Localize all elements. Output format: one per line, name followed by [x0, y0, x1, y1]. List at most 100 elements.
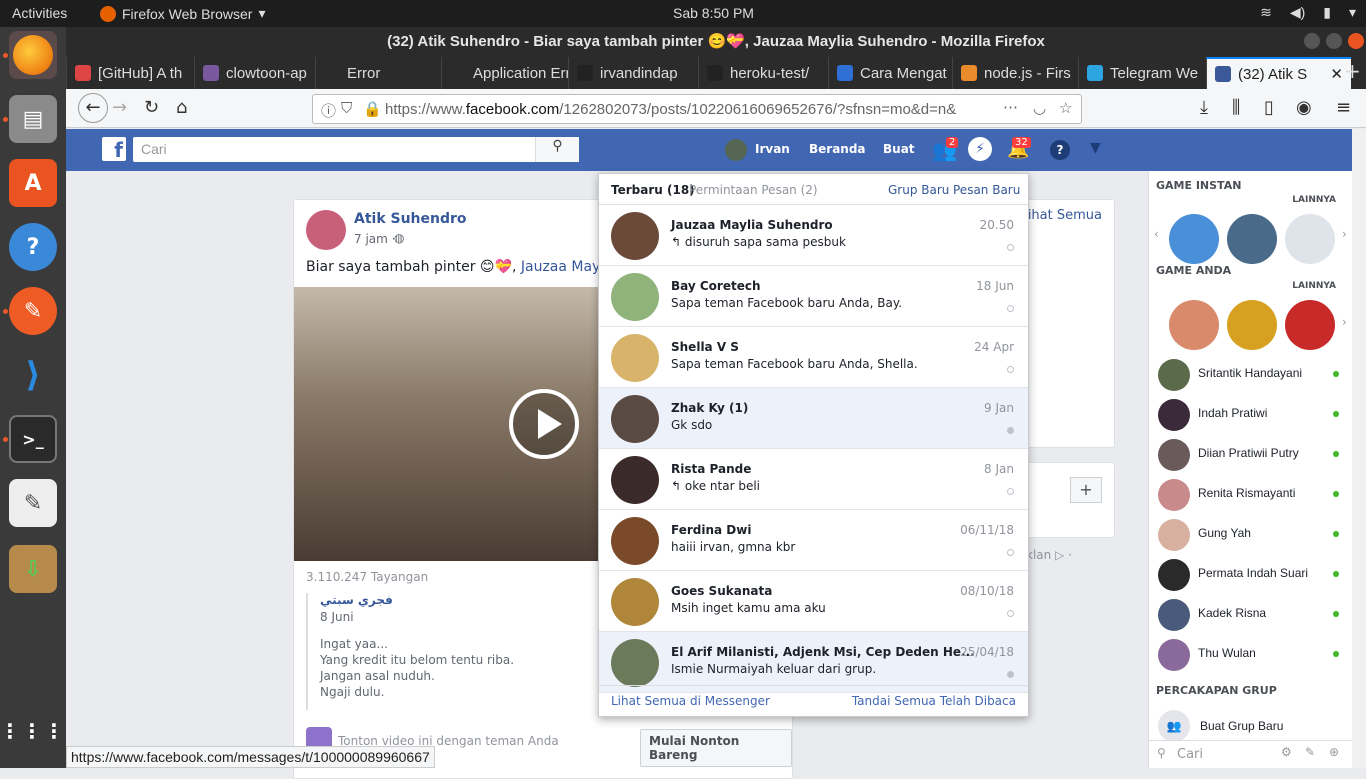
browser-tab[interactable]: heroku-test/	[698, 57, 828, 89]
chat-contact[interactable]: Renita Rismayanti	[1149, 474, 1353, 514]
mark-all-read-link[interactable]: Tandai Semua Telah Dibaca	[852, 694, 1016, 708]
gear-icon[interactable]: ⚙	[1281, 745, 1292, 759]
maximize-button[interactable]	[1326, 33, 1342, 49]
page-actions-icon[interactable]: ⋯	[1003, 98, 1018, 116]
info-icon[interactable]: ⓘ	[321, 100, 336, 121]
library-icon[interactable]: ⫼	[1232, 97, 1240, 118]
sidebar-icon[interactable]: ▯	[1264, 97, 1274, 118]
post-time[interactable]: 7 jam ·	[354, 232, 395, 246]
mark-read-toggle[interactable]	[1007, 549, 1014, 556]
browser-tab[interactable]: clowtoon-ap	[194, 57, 315, 89]
mark-read-toggle[interactable]	[1007, 488, 1014, 495]
chat-contact[interactable]: Indah Pratiwi	[1149, 394, 1353, 434]
close-window-button[interactable]	[1348, 33, 1364, 49]
browser-tab[interactable]: (32) Atik S ✕	[1206, 57, 1351, 89]
help-icon[interactable]: ?	[9, 223, 57, 271]
game-thumbnail[interactable]	[1169, 214, 1219, 264]
postman-icon[interactable]: ✎	[9, 287, 57, 335]
game-thumbnail[interactable]	[1227, 214, 1277, 264]
game-thumbnail[interactable]	[1285, 300, 1335, 350]
game-thumbnail[interactable]	[1285, 214, 1335, 264]
facebook-logo-icon[interactable]: f	[102, 137, 126, 162]
more-games-link-2[interactable]: LAINNYA	[1292, 281, 1336, 291]
profile-avatar[interactable]	[725, 139, 747, 161]
back-icon[interactable]: ←	[78, 93, 108, 123]
fb-search-input[interactable]: Cari ⚲	[133, 137, 579, 162]
search-icon[interactable]: ⚲	[535, 137, 579, 162]
browser-tab[interactable]: Error	[315, 57, 441, 89]
vscode-icon[interactable]: ⟩	[9, 351, 57, 399]
shield-icon[interactable]: ⛉	[341, 100, 352, 117]
system-tray[interactable]: ≋ ◀) ▮ ▾	[1260, 4, 1356, 21]
chevron-right-icon[interactable]: ›	[1342, 315, 1347, 329]
archive-manager-icon[interactable]: ⇩	[9, 545, 57, 593]
create-group-link[interactable]: Buat Grup Baru	[1200, 719, 1283, 733]
mark-read-toggle[interactable]	[1007, 305, 1014, 312]
browser-tab[interactable]: node.js - Firs	[952, 57, 1078, 89]
url-bar[interactable]: ⓘ ⛉ 🔒 https://www.facebook.com/126280207…	[312, 94, 1082, 124]
mark-read-toggle[interactable]	[1007, 366, 1014, 373]
tab-recent[interactable]: Terbaru (18)	[611, 183, 695, 197]
mark-read-toggle[interactable]	[1007, 610, 1014, 617]
watch-party-button[interactable]: Mulai Nonton Bareng	[640, 729, 792, 767]
message-thread[interactable]: El Arif Milanisti, Adjenk Msi, Cep Deden…	[599, 632, 1028, 693]
browser-tab[interactable]: irvandindap	[568, 57, 698, 89]
chat-contact[interactable]: Diian Pratiwii Putry	[1149, 434, 1353, 474]
show-apps-icon[interactable]: ⋮⋮⋮	[0, 707, 64, 755]
profile-link[interactable]: Irvan	[755, 142, 790, 156]
chat-contact[interactable]: Kadek Risna	[1149, 594, 1353, 634]
browser-tab[interactable]: Cara Mengat	[828, 57, 952, 89]
account-menu-icon[interactable]: ▼	[1090, 140, 1101, 156]
new-message-link[interactable]: Pesan Baru	[953, 183, 1020, 197]
chat-search-input[interactable]: ⚲ Cari ⚙ ✎ ⊕	[1149, 740, 1353, 768]
play-icon[interactable]	[509, 389, 579, 459]
see-all-link[interactable]: Lihat Semua	[1021, 208, 1102, 223]
message-thread[interactable]: Bay Coretech Sapa teman Facebook baru And…	[599, 266, 1028, 327]
game-thumbnail[interactable]	[1169, 300, 1219, 350]
compose-icon[interactable]: ✎	[1305, 745, 1315, 759]
reload-icon[interactable]: ↻	[144, 97, 159, 118]
menu-icon[interactable]: ≡	[1336, 97, 1351, 118]
activities-button[interactable]: Activities	[12, 5, 67, 21]
messenger-icon[interactable]: ⚡	[968, 137, 992, 161]
message-thread[interactable]: Zhak Ky (1) Gk sdo 9 Jan	[599, 388, 1028, 449]
clock[interactable]: Sab 8:50 PM	[673, 5, 754, 21]
see-all-messenger-link[interactable]: Lihat Semua di Messenger	[611, 694, 770, 708]
mark-read-toggle[interactable]	[1007, 427, 1014, 434]
chevron-left-icon[interactable]: ‹	[1154, 227, 1159, 241]
shared-author[interactable]: فجري سبتي	[320, 593, 606, 607]
more-games-link[interactable]: LAINNYA	[1292, 195, 1336, 205]
minimize-button[interactable]	[1304, 33, 1320, 49]
ad-choices[interactable]: klan ▷ ·	[1026, 548, 1072, 562]
url-text[interactable]: https://www.facebook.com/1262802073/post…	[385, 101, 965, 118]
chat-contact[interactable]: Permata Indah Suari	[1149, 554, 1353, 594]
message-thread[interactable]: Shella V S Sapa teman Facebook baru Anda,…	[599, 327, 1028, 388]
browser-tab[interactable]: Telegram We	[1078, 57, 1206, 89]
new-group-link[interactable]: Grup Baru	[888, 183, 949, 197]
browser-tab[interactable]: [GitHub] A th	[66, 57, 194, 89]
help-icon[interactable]: ?	[1050, 140, 1070, 160]
author-avatar[interactable]	[306, 210, 346, 250]
nav-create[interactable]: Buat	[883, 142, 915, 156]
chat-contact[interactable]: Thu Wulan	[1149, 634, 1353, 674]
close-tab-icon[interactable]: ✕	[1330, 65, 1343, 83]
account-icon[interactable]: ◉	[1296, 97, 1312, 118]
downloads-icon[interactable]: ⤓	[1200, 97, 1208, 118]
game-thumbnail[interactable]	[1227, 300, 1277, 350]
firefox-launcher-icon[interactable]	[9, 31, 57, 79]
mark-read-toggle[interactable]	[1007, 244, 1014, 251]
nav-home[interactable]: Beranda	[809, 142, 866, 156]
terminal-icon[interactable]: >_	[9, 415, 57, 463]
pocket-icon[interactable]: ◡	[1033, 99, 1046, 117]
author-name[interactable]: Atik Suhendro	[354, 211, 467, 227]
software-center-icon[interactable]: A	[9, 159, 57, 207]
files-launcher-icon[interactable]: ▤	[9, 95, 57, 143]
page-scrollbar[interactable]	[1352, 129, 1366, 768]
add-button[interactable]: +	[1070, 477, 1102, 503]
home-icon[interactable]: ⌂	[176, 97, 187, 118]
chat-contact[interactable]: Sritantik Handayani	[1149, 354, 1353, 394]
app-menu[interactable]: Firefox Web Browser ▾	[100, 5, 265, 22]
message-thread[interactable]: Ferdina Dwi haiii irvan, gmna kbr 06/11/18	[599, 510, 1028, 571]
chevron-right-icon[interactable]: ›	[1342, 227, 1347, 241]
text-editor-icon[interactable]: ✎	[9, 479, 57, 527]
